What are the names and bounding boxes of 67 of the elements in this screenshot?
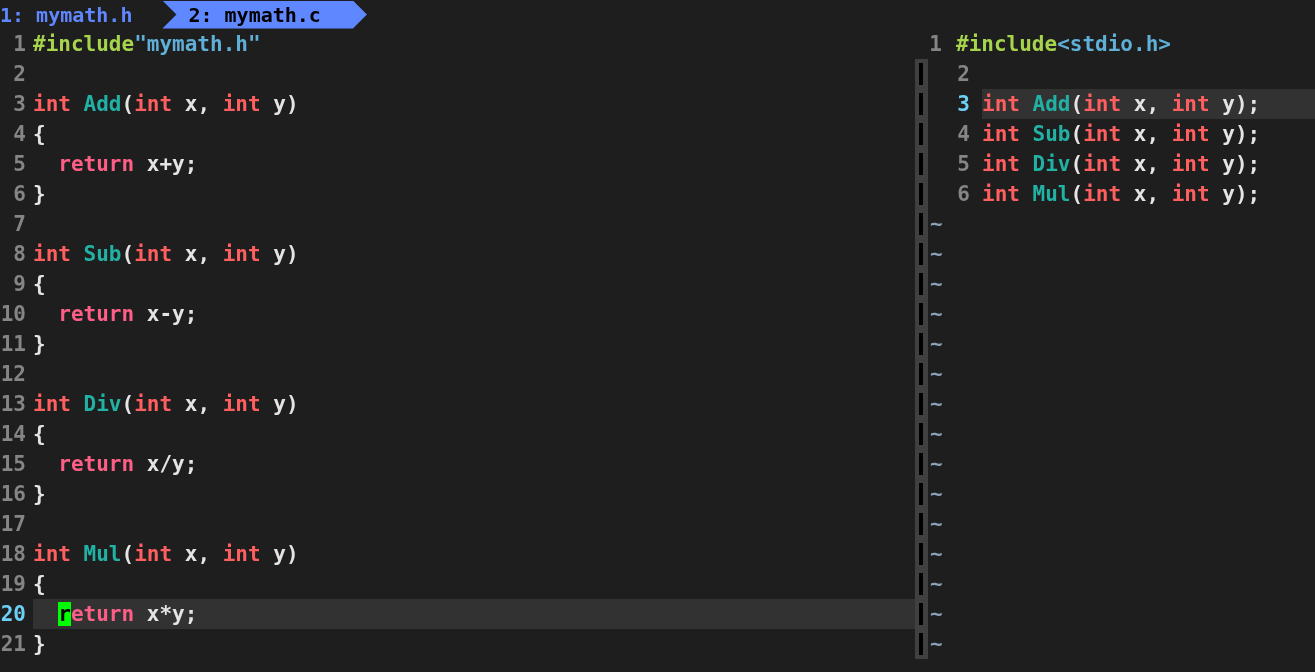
code-line: { bbox=[33, 422, 46, 446]
code-line: } bbox=[33, 332, 46, 356]
empty-line-marker: ~ bbox=[930, 332, 943, 356]
code-line: { bbox=[33, 572, 46, 596]
line-number: 6 bbox=[12, 182, 26, 206]
line-number: 15 bbox=[0, 452, 26, 476]
line-number: 3 bbox=[956, 92, 970, 116]
line-number: 6 bbox=[956, 182, 970, 206]
empty-line-marker: ~ bbox=[930, 212, 943, 236]
empty-line-marker: ~ bbox=[930, 512, 943, 536]
line-number: 16 bbox=[0, 482, 26, 506]
code-line: #include"mymath.h" bbox=[33, 32, 261, 56]
line-number: 18 bbox=[0, 542, 26, 566]
line-number: 8 bbox=[12, 242, 26, 266]
empty-line-marker: ~ bbox=[930, 572, 943, 596]
line-number: 2 bbox=[12, 62, 26, 86]
line-number: 5 bbox=[12, 152, 26, 176]
empty-line-marker: ~ bbox=[930, 272, 943, 296]
line-number: 14 bbox=[0, 422, 26, 446]
code-line: #include<stdio.h> bbox=[956, 32, 1171, 56]
code-line: int Sub(int x, int y) bbox=[33, 242, 299, 266]
line-number: 2 bbox=[956, 62, 970, 86]
line-number: 11 bbox=[0, 332, 26, 356]
empty-line-marker: ~ bbox=[930, 542, 943, 566]
line-number: 10 bbox=[0, 302, 26, 326]
empty-line-marker: ~ bbox=[930, 452, 943, 476]
line-number: 4 bbox=[956, 122, 970, 146]
line-number: 21 bbox=[0, 632, 26, 656]
code-line: int Add(int x, int y) bbox=[33, 92, 299, 116]
code-line: int Add(int x, int y); bbox=[982, 92, 1261, 116]
empty-line-marker: ~ bbox=[930, 302, 943, 326]
empty-line-marker: ~ bbox=[930, 242, 943, 266]
empty-line-marker: ~ bbox=[930, 392, 943, 416]
empty-line-marker: ~ bbox=[930, 362, 943, 386]
empty-line-marker: ~ bbox=[930, 482, 943, 506]
code-line: return x*y; bbox=[58, 602, 198, 626]
line-number: 3 bbox=[12, 92, 26, 116]
code-line: { bbox=[33, 122, 46, 146]
line-number: 1 bbox=[12, 32, 26, 56]
code-line: int Mul(int x, int y); bbox=[982, 182, 1261, 206]
empty-line-marker: ~ bbox=[930, 422, 943, 446]
window-separator[interactable] bbox=[915, 59, 928, 659]
line-number: 5 bbox=[956, 152, 970, 176]
line-number: 7 bbox=[12, 212, 26, 236]
line-number: 9 bbox=[12, 272, 26, 296]
empty-line-marker: ~ bbox=[930, 602, 943, 626]
code-line: return x-y; bbox=[58, 302, 198, 326]
line-number: 19 bbox=[0, 572, 26, 596]
buffer-tab[interactable]: 1: mymath.h bbox=[0, 0, 163, 29]
buffer-tab[interactable]: 2: mymath.c bbox=[162, 0, 367, 29]
code-line: int Mul(int x, int y) bbox=[33, 542, 299, 566]
code-line: } bbox=[33, 632, 46, 656]
line-number: 4 bbox=[12, 122, 26, 146]
empty-line-marker: ~ bbox=[930, 632, 943, 656]
code-line: int Sub(int x, int y); bbox=[982, 122, 1261, 146]
line-number: 1 bbox=[928, 32, 942, 56]
line-number: 17 bbox=[0, 512, 26, 536]
code-line: int Div(int x, int y) bbox=[33, 392, 299, 416]
line-number: 20 bbox=[0, 602, 26, 626]
code-line: } bbox=[33, 482, 46, 506]
line-number: 12 bbox=[0, 362, 26, 386]
code-line: return x/y; bbox=[58, 452, 198, 476]
line-number: 13 bbox=[0, 392, 26, 416]
code-line: { bbox=[33, 272, 46, 296]
code-line: int Div(int x, int y); bbox=[982, 152, 1261, 176]
code-line: } bbox=[33, 182, 46, 206]
code-line: return x+y; bbox=[58, 152, 198, 176]
